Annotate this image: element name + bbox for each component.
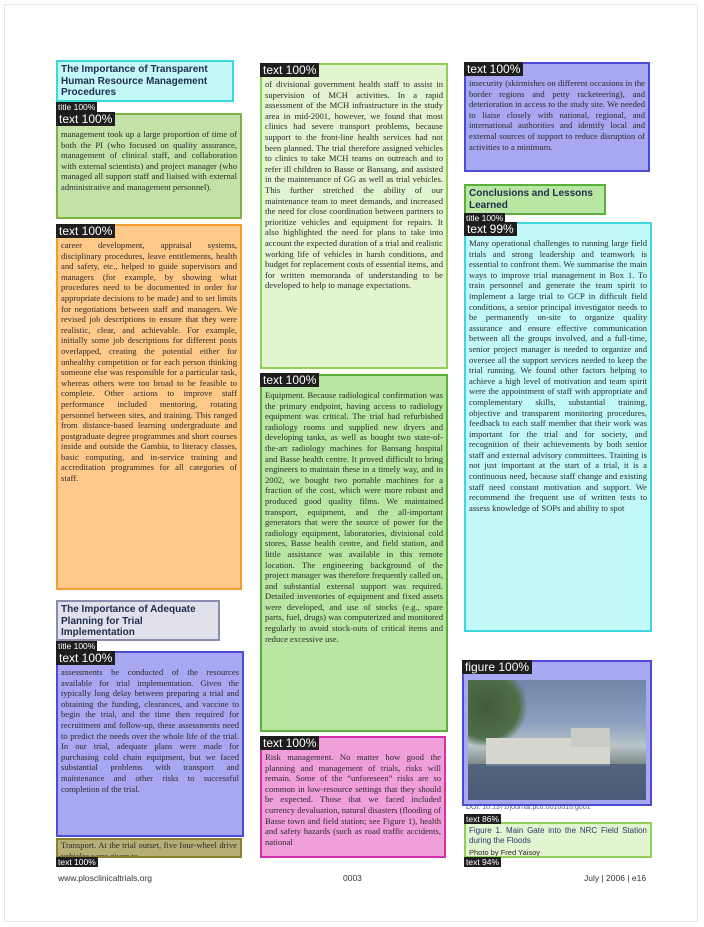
figure-caption: Figure 1. Main Gate into the NRC Field S…: [469, 826, 647, 845]
region-label: figure 100%: [462, 660, 533, 674]
floodwater-shape: [468, 764, 646, 800]
region-label: text 100%: [56, 224, 116, 238]
paragraph: career development, appraisal systems, d…: [61, 240, 237, 484]
text-region: Transport. At the trial outset, five fou…: [56, 838, 242, 858]
paragraph: Risk management. No matter how good the …: [265, 752, 441, 847]
paragraph: Many operational challenges to running l…: [469, 238, 647, 513]
caption-region: Figure 1. Main Gate into the NRC Field S…: [464, 822, 652, 858]
region-label: text 100%: [56, 857, 98, 867]
footer-page-number: 0003: [343, 873, 362, 883]
region-label: text 100%: [56, 651, 116, 665]
tree-shape: [468, 680, 531, 746]
region-label: title 100%: [56, 102, 98, 112]
section-title: The Importance of Transparent Human Reso…: [61, 64, 208, 98]
paragraph: insecurity (skirmishes on different occa…: [469, 78, 645, 152]
paragraph: Equipment. Because radiological confirma…: [265, 390, 443, 644]
paragraph: management took up a large proportion of…: [61, 129, 237, 192]
footer-date: July | 2006 | e16: [584, 873, 647, 883]
region-label: text 99%: [464, 222, 517, 236]
region-label: text 94%: [464, 857, 502, 867]
title-region: The Importance of Adequate Planning for …: [56, 600, 220, 641]
section-title: The Importance of Adequate Planning for …: [61, 604, 196, 638]
figure-doi: DOI: 10.1371/journal.pctr.0010016.g001: [466, 804, 591, 811]
title-region: Conclusions and Lessons Learned: [464, 184, 606, 215]
text-region: Equipment. Because radiological confirma…: [260, 374, 448, 732]
region-label: text 100%: [260, 63, 320, 77]
region-label: text 86%: [464, 814, 502, 824]
text-region: career development, appraisal systems, d…: [56, 224, 242, 590]
text-region: Many operational challenges to running l…: [464, 222, 652, 632]
text-region: of divisional government health staff to…: [260, 63, 448, 369]
region-label: text 100%: [464, 62, 524, 76]
region-label: text 100%: [260, 736, 320, 750]
region-label: title 100%: [56, 641, 98, 651]
region-label: text 100%: [260, 373, 320, 387]
text-region: Risk management. No matter how good the …: [260, 736, 446, 858]
paragraph: of divisional government health staff to…: [265, 79, 444, 291]
flood-photo: [468, 680, 646, 800]
text-region: assessments be conducted of the resource…: [56, 651, 244, 837]
footer-url: www.plosclinicaltrials.org: [58, 873, 153, 883]
text-region: management took up a large proportion of…: [56, 113, 242, 219]
title-region: The Importance of Transparent Human Reso…: [56, 60, 234, 102]
text-region: insecurity (skirmishes on different occa…: [464, 62, 650, 172]
station-sign-shape: [571, 728, 611, 748]
paragraph: assessments be conducted of the resource…: [61, 667, 239, 794]
figure-region: [462, 660, 652, 806]
paragraph: Transport. At the trial outset, five fou…: [61, 840, 237, 858]
section-title: Conclusions and Lessons Learned: [469, 188, 593, 211]
region-label: text 100%: [56, 112, 116, 126]
